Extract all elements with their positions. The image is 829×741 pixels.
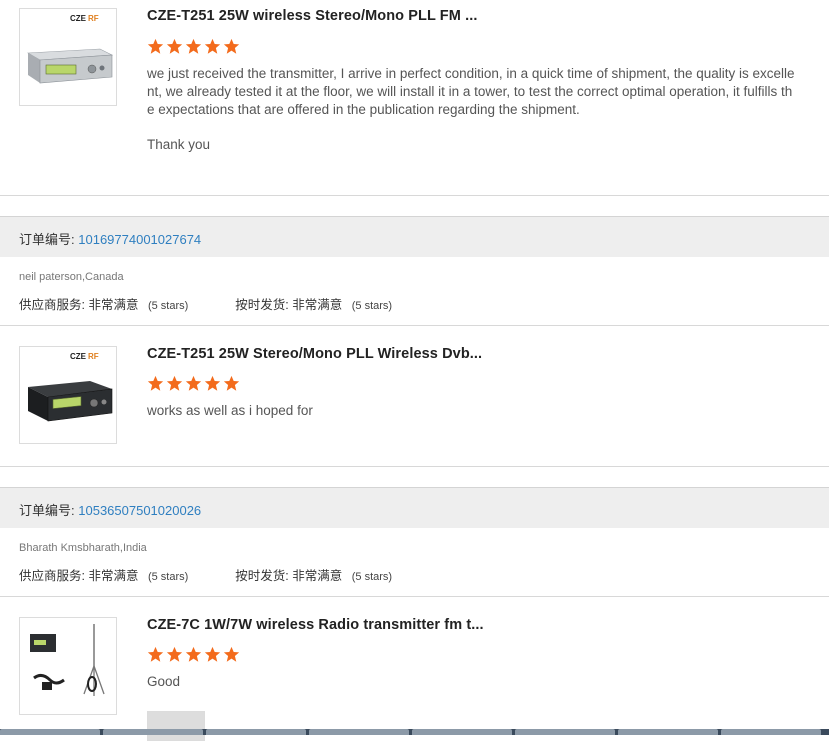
star-icon	[204, 375, 221, 391]
svg-text:RF: RF	[88, 14, 99, 23]
svg-text:RF: RF	[88, 352, 99, 361]
star-icon	[166, 646, 183, 662]
review-text: we just received the transmitter, I arri…	[147, 66, 795, 117]
divider	[0, 195, 829, 196]
review-photo-thumbnail[interactable]	[147, 711, 205, 741]
taskbar-button[interactable]	[618, 729, 718, 735]
star-rating	[147, 38, 240, 56]
star-icon	[223, 646, 240, 662]
star-icon	[185, 646, 202, 662]
taskbar-button[interactable]	[721, 729, 821, 735]
review-item: CZE RF CZE-T251 25W Stereo/Mono PLL Wire…	[0, 326, 829, 466]
os-taskbar	[0, 729, 829, 735]
order-number-link[interactable]: 10169774001027674	[78, 232, 201, 247]
transmitter-image: CZE RF	[26, 14, 114, 84]
product-thumbnail[interactable]	[19, 617, 117, 715]
buyer-name: Bharath Kmsbharath,India	[19, 542, 147, 554]
order-number-label: 订单编号: 10169774001027674	[19, 232, 202, 247]
seller-ratings: 供应商服务: 非常满意 (5 stars) 按时发货: 非常满意 (5 star…	[19, 294, 392, 313]
order-bar: 订单编号: 10536507501020026	[0, 487, 829, 528]
star-icon	[147, 375, 164, 391]
star-icon	[223, 38, 240, 54]
on-time-value: 非常满意	[292, 298, 343, 312]
on-time-label: 按时发货:	[235, 569, 289, 583]
supplier-service-stars: (5 stars)	[147, 300, 189, 312]
star-icon	[223, 375, 240, 391]
svg-text:CZE: CZE	[70, 352, 87, 361]
supplier-service-label: 供应商服务:	[19, 298, 85, 312]
brand-logo: CZE	[70, 14, 87, 23]
product-title[interactable]: CZE-7C 1W/7W wireless Radio transmitter …	[147, 617, 484, 633]
review-text: works as well as i hoped for	[147, 403, 313, 418]
supplier-service-value: 非常满意	[88, 298, 139, 312]
taskbar-button[interactable]	[206, 729, 306, 735]
taskbar-button[interactable]	[0, 729, 100, 735]
on-time-stars: (5 stars)	[351, 571, 393, 583]
star-icon	[204, 646, 221, 662]
star-icon	[166, 375, 183, 391]
review-extra-text: Thank you	[147, 137, 211, 152]
supplier-service-label: 供应商服务:	[19, 569, 85, 583]
product-thumbnail[interactable]: CZE RF	[19, 8, 117, 106]
star-icon	[147, 38, 164, 54]
product-title[interactable]: CZE-T251 25W wireless Stereo/Mono PLL FM…	[147, 8, 477, 24]
supplier-service-stars: (5 stars)	[147, 571, 189, 583]
product-thumbnail[interactable]: CZE RF	[19, 346, 117, 444]
on-time-label: 按时发货:	[235, 298, 289, 312]
taskbar-button[interactable]	[412, 729, 512, 735]
star-icon	[147, 646, 164, 662]
review-text: Good	[147, 674, 181, 689]
transmitter-kit-image	[30, 624, 105, 696]
star-rating	[147, 646, 240, 664]
review-item: CZE RF CZE-T251 25W wireless Stereo/Mono…	[0, 0, 829, 196]
taskbar-button[interactable]	[309, 729, 409, 735]
order-number-link[interactable]: 10536507501020026	[78, 503, 201, 518]
transmitter-image: CZE RF	[28, 352, 113, 422]
star-icon	[185, 375, 202, 391]
taskbar-button[interactable]	[515, 729, 615, 735]
star-rating	[147, 375, 240, 393]
divider	[0, 466, 829, 467]
review-item: CZE-7C 1W/7W wireless Radio transmitter …	[0, 597, 829, 741]
order-number-label: 订单编号: 10536507501020026	[19, 503, 202, 518]
star-icon	[166, 38, 183, 54]
seller-ratings: 供应商服务: 非常满意 (5 stars) 按时发货: 非常满意 (5 star…	[19, 565, 392, 584]
product-title[interactable]: CZE-T251 25W Stereo/Mono PLL Wireless Dv…	[147, 346, 482, 362]
star-icon	[185, 38, 202, 54]
supplier-service-value: 非常满意	[88, 569, 139, 583]
taskbar-button[interactable]	[103, 729, 203, 735]
buyer-name: neil paterson,Canada	[19, 271, 124, 283]
on-time-value: 非常满意	[292, 569, 343, 583]
order-bar: 订单编号: 10169774001027674	[0, 216, 829, 257]
on-time-stars: (5 stars)	[351, 300, 393, 312]
star-icon	[204, 38, 221, 54]
